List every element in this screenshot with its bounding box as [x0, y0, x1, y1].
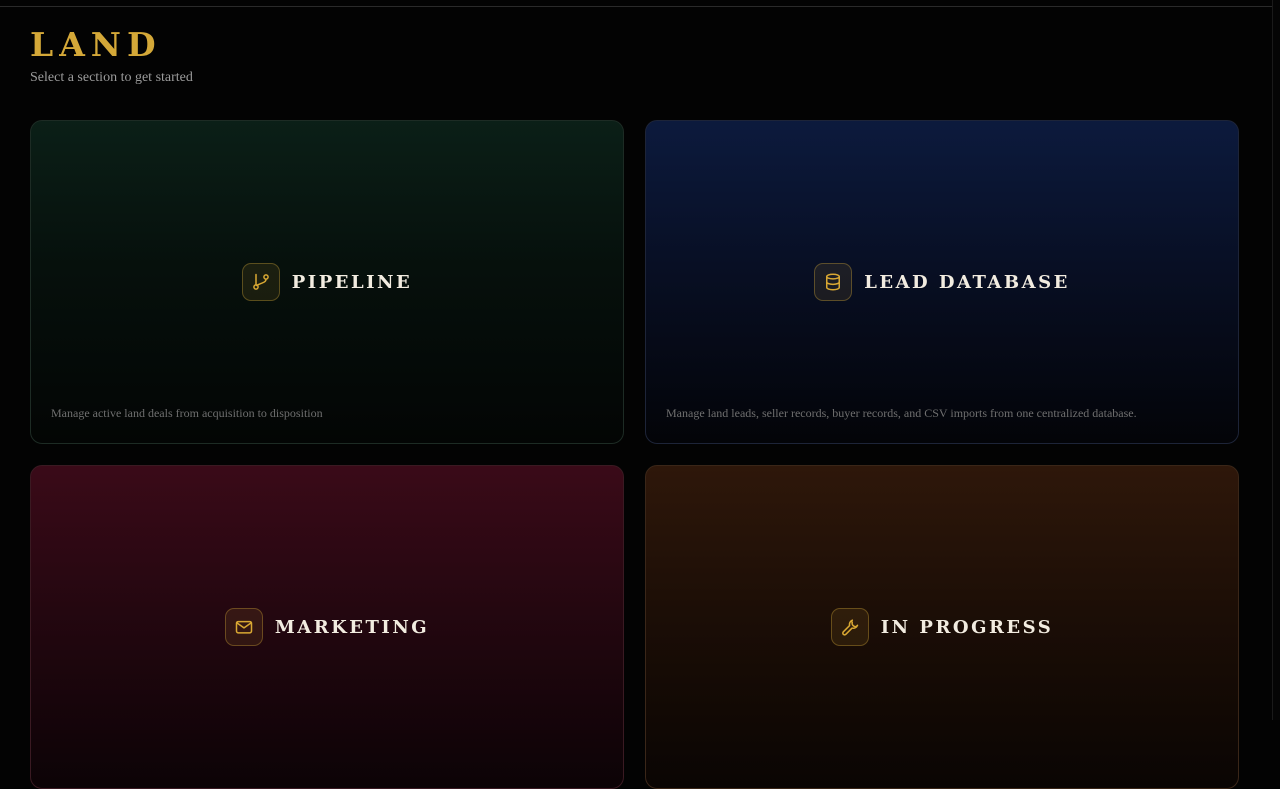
- database-icon: [814, 263, 853, 301]
- card-label: LEAD DATABASE: [864, 271, 1070, 293]
- top-divider: [0, 6, 1272, 7]
- pipeline-card[interactable]: PIPELINE Manage active land deals from a…: [30, 120, 624, 444]
- card-label: PIPELINE: [291, 271, 413, 293]
- card-description: Manage active land deals from acquisitio…: [51, 406, 323, 420]
- lead-database-card[interactable]: LEAD DATABASE Manage land leads, seller …: [645, 120, 1239, 444]
- card-header: MARKETING: [31, 608, 623, 646]
- card-header: LEAD DATABASE: [646, 263, 1238, 301]
- card-header: PIPELINE: [31, 263, 623, 301]
- marketing-card[interactable]: MARKETING: [30, 465, 624, 789]
- git-branch-icon: [241, 263, 280, 301]
- in-progress-card[interactable]: IN PROGRESS: [645, 465, 1239, 789]
- card-header: IN PROGRESS: [646, 608, 1238, 646]
- page-header: LAND Select a section to get started: [30, 26, 193, 86]
- page-title: LAND: [30, 25, 162, 64]
- page-scrollbar[interactable]: [1272, 0, 1280, 720]
- card-description: Manage land leads, seller records, buyer…: [666, 406, 1137, 420]
- page-subtitle: Select a section to get started: [30, 70, 193, 85]
- card-label: IN PROGRESS: [880, 616, 1054, 638]
- mail-icon: [224, 608, 263, 646]
- card-label: MARKETING: [274, 616, 430, 638]
- wrench-icon: [830, 608, 869, 646]
